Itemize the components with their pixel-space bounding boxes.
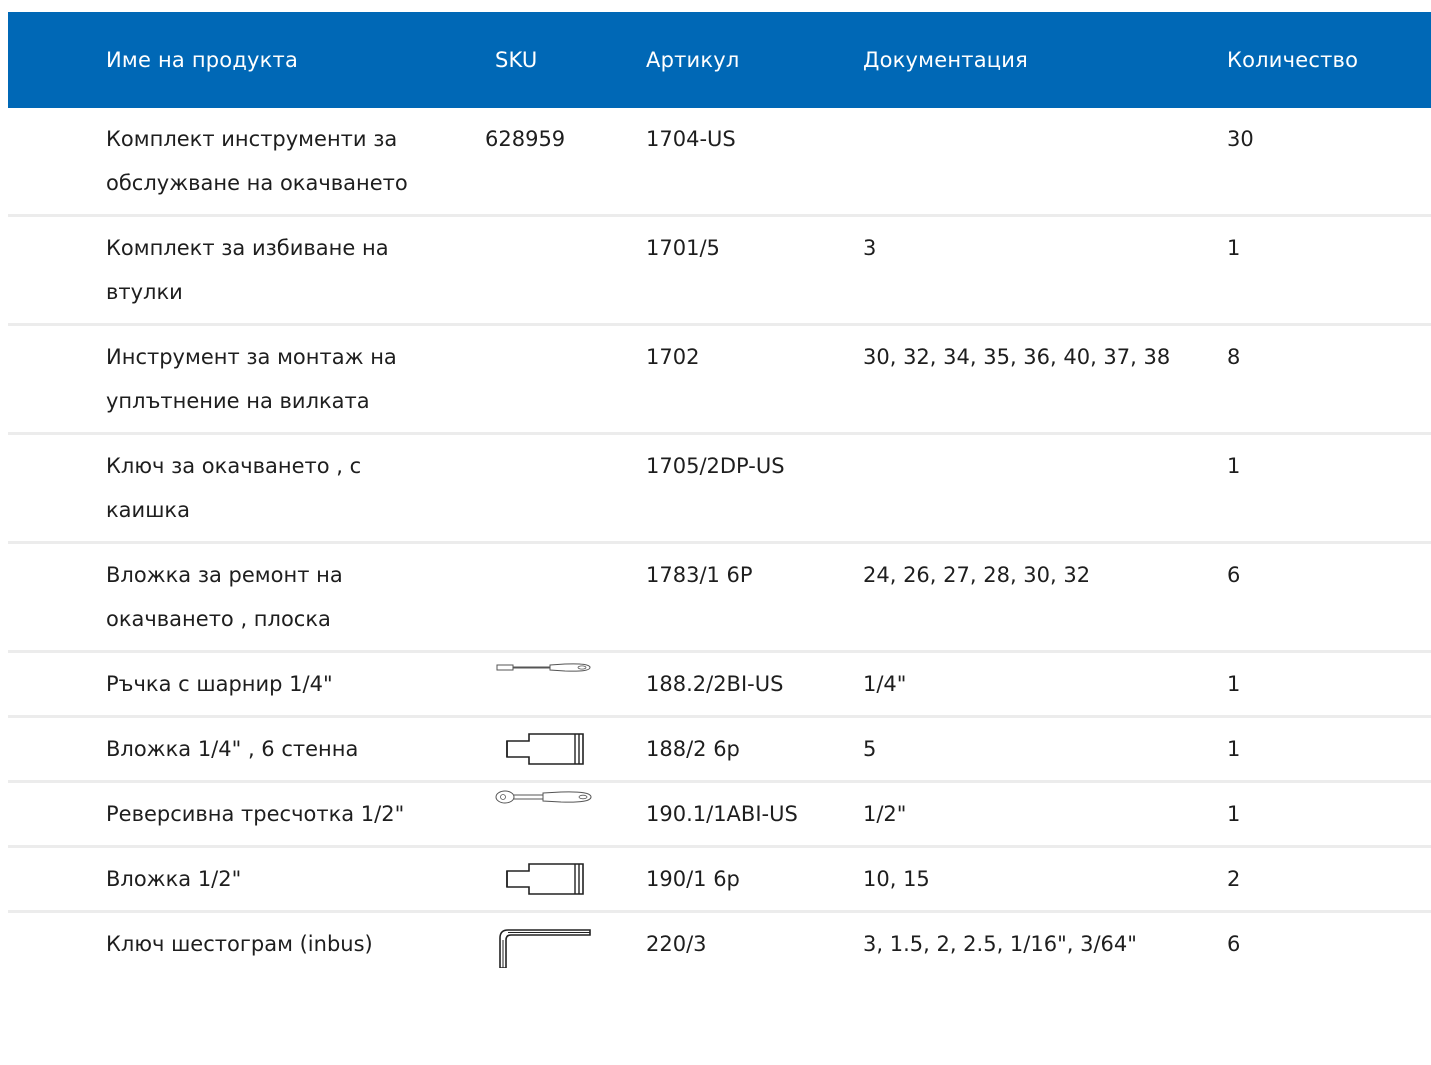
ratchet-icon — [495, 790, 592, 804]
article-cell: 190.1/1ABI-US — [646, 781, 863, 848]
documentation-cell: 1/2" — [863, 781, 1227, 848]
header-article: Артикул — [646, 48, 740, 72]
quantity-cell: 8 — [1227, 324, 1431, 435]
header-documentation: Документация — [863, 48, 1028, 72]
sku-cell: 628959 — [485, 108, 646, 217]
header-sku: SKU — [495, 48, 538, 72]
table-row: Ръчка с шарнир 1/4" 188.2/2BI-US 1/4" 1 — [8, 651, 1431, 718]
sku-cell — [495, 324, 646, 435]
socket-icon — [506, 733, 584, 765]
article-cell: 188/2 6p — [646, 716, 863, 783]
table-row: Комплект за избиване на втулки 1701/5 3 … — [8, 215, 1431, 326]
product-name-cell: Ключ за окачването , с каишка — [106, 433, 495, 544]
quantity-cell: 2 — [1227, 846, 1431, 913]
header-quantity: Количество — [1227, 48, 1359, 72]
product-name-cell: Вложка 1/2" — [106, 846, 495, 913]
table-row: Комплект инструменти за обслужване на ок… — [8, 108, 1431, 217]
sku-cell — [495, 846, 646, 913]
product-name-cell: Ръчка с шарнир 1/4" — [106, 651, 495, 718]
quantity-cell: 6 — [1227, 542, 1431, 653]
article-cell: 1783/1 6P — [646, 542, 863, 653]
sku-cell — [495, 651, 646, 718]
quantity-cell: 30 — [1227, 108, 1431, 217]
documentation-cell: 30, 32, 34, 35, 36, 40, 37, 38 — [863, 324, 1227, 435]
quantity-cell: 6 — [1227, 932, 1241, 956]
product-name-cell: Комплект за избиване на втулки — [106, 215, 495, 326]
article-cell: 190/1 6p — [646, 846, 863, 913]
sku-value: 628959 — [485, 127, 566, 151]
documentation-cell: 1/4" — [863, 651, 1227, 718]
quantity-cell: 1 — [1227, 781, 1431, 848]
documentation-cell — [863, 433, 1227, 544]
product-table-container: Име на продукта SKU Артикул Документация… — [8, 12, 1431, 977]
table-row: Реверсивна тресчотка 1/2" 190.1/1ABI-US … — [8, 781, 1431, 848]
table-row: Ключ шестограм (inbus) 220/3 3, 1.5, 2, … — [8, 912, 1431, 978]
product-table: Име на продукта SKU Артикул Документация… — [8, 12, 1431, 977]
article-cell: 1702 — [646, 324, 863, 435]
documentation-cell: 3 — [863, 215, 1227, 326]
documentation-cell: 10, 15 — [863, 846, 1227, 913]
sku-cell — [495, 912, 646, 978]
documentation-cell — [863, 108, 1227, 217]
article-cell: 1701/5 — [646, 215, 863, 326]
product-name-cell: Вложка 1/4" , 6 стенна — [106, 716, 495, 783]
sku-cell — [495, 781, 646, 848]
table-header: Име на продукта SKU Артикул Документация… — [8, 12, 1431, 108]
sku-cell — [495, 215, 646, 326]
product-name-cell: Ключ шестограм (inbus) — [106, 932, 373, 956]
header-product-name: Име на продукта — [106, 48, 299, 72]
article-cell: 1705/2DP-US — [646, 433, 863, 544]
table-row: Вложка 1/2" 190/1 6p 10, 15 2 — [8, 846, 1431, 913]
quantity-cell: 1 — [1227, 215, 1431, 326]
documentation-cell: 3, 1.5, 2, 2.5, 1/16", 3/64" — [863, 932, 1137, 956]
table-body: Комплект инструменти за обслужване на ок… — [8, 108, 1431, 977]
socket-icon — [506, 863, 584, 895]
quantity-cell: 1 — [1227, 433, 1431, 544]
hex-key-icon — [499, 929, 591, 968]
article-cell: 188.2/2BI-US — [646, 651, 863, 718]
product-name-cell: Вложка за ремонт на окачването , плоска — [106, 542, 495, 653]
sku-cell — [495, 542, 646, 653]
product-name-cell: Комплект инструменти за обслужване на ок… — [106, 108, 495, 217]
product-name-cell: Инструмент за монтаж на уплътнение на ви… — [106, 324, 495, 435]
documentation-cell: 5 — [863, 716, 1227, 783]
quantity-cell: 1 — [1227, 716, 1431, 783]
table-row: Ключ за окачването , с каишка 1705/2DP-U… — [8, 433, 1431, 544]
hinged-handle-icon — [496, 663, 591, 672]
header-row: Име на продукта SKU Артикул Документация… — [8, 12, 1431, 108]
table-row: Вложка за ремонт на окачването , плоска … — [8, 542, 1431, 653]
article-cell: 220/3 — [646, 932, 707, 956]
article-cell: 1704-US — [646, 108, 863, 217]
table-row: Вложка 1/4" , 6 стенна 188/2 6p 5 1 — [8, 716, 1431, 783]
product-name-cell: Реверсивна тресчотка 1/2" — [106, 781, 495, 848]
documentation-cell: 24, 26, 27, 28, 30, 32 — [863, 542, 1227, 653]
sku-cell — [495, 433, 646, 544]
table-row: Инструмент за монтаж на уплътнение на ви… — [8, 324, 1431, 435]
sku-cell — [495, 716, 646, 783]
quantity-cell: 1 — [1227, 651, 1431, 718]
